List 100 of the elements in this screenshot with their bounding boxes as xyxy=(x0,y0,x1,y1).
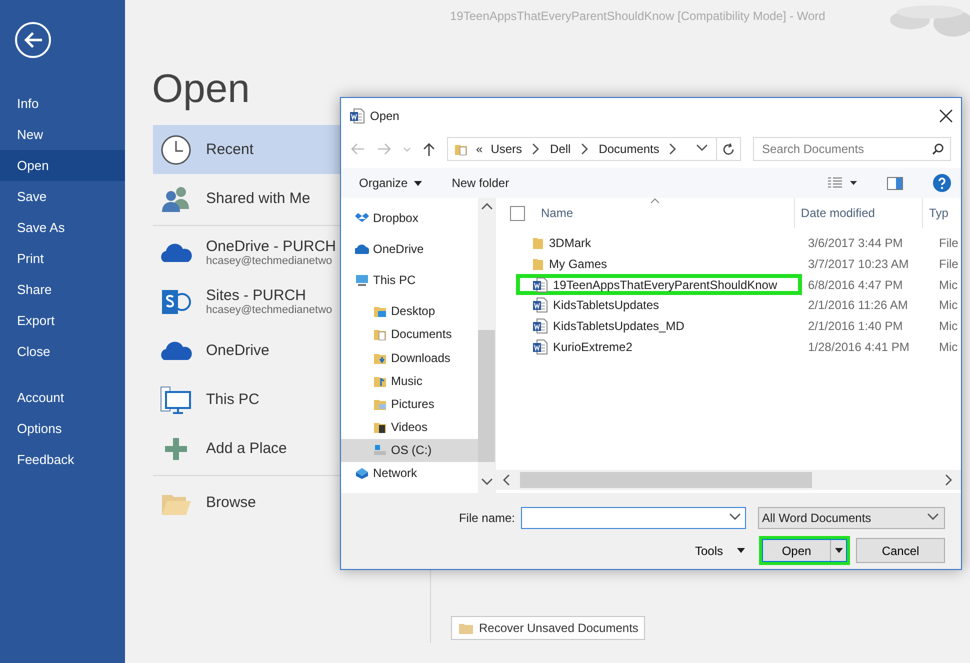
documents-folder-icon xyxy=(454,142,468,156)
navigation-item[interactable]: This PC xyxy=(341,268,478,292)
backstage-menu-item[interactable]: Print xyxy=(0,243,125,274)
navigation-item[interactable]: OneDrive xyxy=(341,237,478,260)
place-label: Add a Place xyxy=(206,440,287,457)
place-account: hcasey@techmedianetwo xyxy=(206,255,334,267)
search-field[interactable]: Search Documents xyxy=(753,137,951,161)
breadcrumb-item[interactable]: Documents xyxy=(598,142,660,156)
column-header[interactable]: Date modified xyxy=(794,198,922,228)
navigation-item[interactable]: Documents xyxy=(341,322,478,346)
horizontal-scrollbar[interactable] xyxy=(496,470,961,490)
close-button[interactable] xyxy=(939,109,953,123)
place-account: hcasey@techmedianetwo xyxy=(206,304,332,316)
folder-icon xyxy=(532,236,544,250)
file-row[interactable]: KurioExtreme2 1/28/2016 4:41 PM Mic xyxy=(496,336,961,358)
file-name: KurioExtreme2 xyxy=(553,340,632,354)
open-button[interactable]: Open xyxy=(762,539,847,562)
file-date: 3/7/2017 10:23 AM xyxy=(807,257,910,272)
sort-chevron-icon xyxy=(650,198,660,204)
file-name: KidsTabletsUpdates_MD xyxy=(553,319,684,334)
word-document-icon xyxy=(532,318,548,334)
place-label: Browse xyxy=(206,494,256,511)
navigation-item[interactable]: Videos xyxy=(341,416,478,439)
file-type: Mic xyxy=(938,298,958,312)
column-header[interactable]: Typ xyxy=(922,198,961,228)
dialog-title: Open xyxy=(370,109,400,123)
cancel-button[interactable]: Cancel xyxy=(856,538,945,563)
tools-button[interactable]: Tools xyxy=(694,544,745,558)
page-heading: Open xyxy=(152,69,251,109)
file-name-field[interactable] xyxy=(521,507,746,529)
file-name: 19TeenAppsThatEveryParentShouldKnow xyxy=(553,278,778,292)
backstage-menu-item[interactable]: Close xyxy=(0,336,125,367)
desktop-folder-icon xyxy=(373,304,387,318)
select-all-checkbox[interactable] xyxy=(510,206,525,220)
file-date: 3/6/2017 3:44 PM xyxy=(807,236,904,250)
word-document-icon xyxy=(349,108,365,124)
videos-folder-icon xyxy=(373,420,387,434)
backstage-menu-item[interactable]: Feedback xyxy=(0,444,125,475)
backstage-menu-item[interactable]: Open xyxy=(0,150,125,181)
file-name: 3DMark xyxy=(549,236,592,250)
backstage-menu-item[interactable]: Options xyxy=(0,413,125,444)
breadcrumb-item[interactable]: Users xyxy=(490,142,522,156)
file-type: Mic xyxy=(938,278,958,292)
navigation-item[interactable]: Music xyxy=(341,369,478,392)
back-arrow-icon xyxy=(23,31,43,49)
refresh-icon xyxy=(722,142,735,156)
new-folder-button[interactable]: New folder xyxy=(452,176,510,190)
backstage-menu-item[interactable]: Account xyxy=(0,382,125,413)
place-label: Shared with Me xyxy=(206,190,310,207)
file-name: KidsTabletsUpdates xyxy=(553,298,660,312)
backstage-menu-item[interactable]: Share xyxy=(0,274,125,305)
address-bar[interactable]: « Users Dell Documents xyxy=(447,137,741,161)
preview-pane-button[interactable] xyxy=(887,176,903,190)
folder-icon xyxy=(458,622,474,634)
file-row[interactable]: 3DMark 3/6/2017 3:44 PM File xyxy=(496,233,961,254)
dropbox-icon xyxy=(355,210,369,225)
navigation-item[interactable]: Pictures xyxy=(341,392,478,416)
column-header[interactable]: Name xyxy=(535,198,794,228)
back-button[interactable] xyxy=(15,22,51,58)
recover-unsaved-button[interactable]: Recover Unsaved Documents xyxy=(451,616,646,640)
navigation-item[interactable]: Desktop xyxy=(341,300,478,323)
backstage-menu-item[interactable]: Info xyxy=(0,88,125,119)
cloud-icon xyxy=(355,242,369,256)
file-row[interactable]: My Games 3/7/2017 10:23 AM File xyxy=(496,254,961,274)
organize-button[interactable]: Organize xyxy=(359,176,422,190)
place-label: Sites - PURCH xyxy=(206,287,308,304)
vertical-scrollbar[interactable] xyxy=(478,198,495,493)
file-row[interactable]: KidsTabletsUpdates 2/1/2016 11:26 AM Mic xyxy=(496,295,961,316)
word-document-icon xyxy=(532,276,548,293)
place-label: OneDrive xyxy=(206,342,270,359)
file-row[interactable]: KidsTabletsUpdates_MD 2/1/2016 1:40 PM Mic xyxy=(496,316,961,336)
breadcrumb-item[interactable]: Dell xyxy=(550,142,571,156)
word-document-icon xyxy=(532,297,548,314)
breadcrumb-overflow[interactable]: « xyxy=(476,142,483,156)
documents-folder-icon xyxy=(373,327,387,342)
help-button[interactable] xyxy=(933,174,951,192)
view-options-button[interactable] xyxy=(828,177,857,189)
caret-icon xyxy=(737,548,745,553)
file-row[interactable]: 19TeenAppsThatEveryParentShouldKnow 6/8/2016 4:47 PM Mic xyxy=(496,274,961,296)
computer-icon xyxy=(355,272,369,287)
computer-icon xyxy=(160,384,192,416)
file-type: File xyxy=(938,257,958,272)
folder-icon xyxy=(532,257,544,272)
drive-icon xyxy=(373,443,387,458)
file-name-label: File name: xyxy=(458,511,515,525)
backstage-menu-item[interactable]: Save xyxy=(0,181,125,212)
navigation-item[interactable]: Dropbox xyxy=(341,206,478,230)
up-arrow-button[interactable] xyxy=(423,142,435,156)
navigation-item[interactable]: OS (C:) xyxy=(341,438,478,462)
navigation-item[interactable]: Downloads xyxy=(341,346,478,370)
caret-icon xyxy=(834,548,842,553)
caret-icon xyxy=(414,180,422,186)
backstage-menu-item[interactable]: Export xyxy=(0,305,125,336)
backstage-menu-item[interactable]: Save As xyxy=(0,212,125,243)
file-type: Mic xyxy=(938,319,958,334)
backstage-menu-item[interactable]: New xyxy=(0,119,125,150)
file-date: 2/1/2016 11:26 AM xyxy=(807,298,909,312)
place-label: This PC xyxy=(206,391,260,408)
caret-icon xyxy=(850,181,857,185)
file-type-dropdown[interactable]: All Word Documents xyxy=(758,507,945,529)
